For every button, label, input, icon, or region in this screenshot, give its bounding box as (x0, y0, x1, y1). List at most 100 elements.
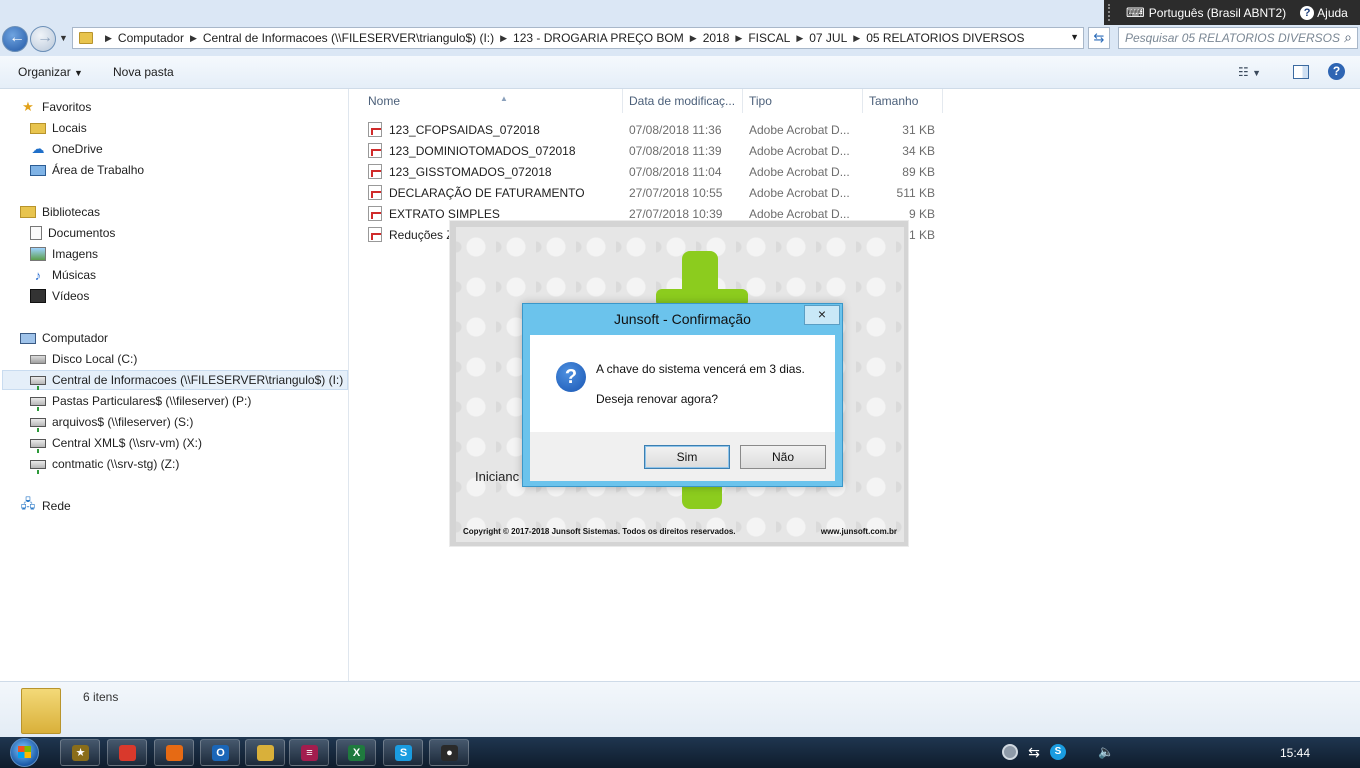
chevron-right-icon[interactable]: ▶ (690, 33, 697, 44)
nav-label: Documentos (48, 226, 116, 240)
network-icon: 🖧 (20, 496, 36, 511)
taskbar: ⇆ S 🔈 15:44 ★ O ≡ X S ● (0, 737, 1360, 768)
clock[interactable]: 15:44 (1280, 746, 1310, 760)
drag-handle[interactable] (1108, 4, 1118, 21)
close-button[interactable]: × (804, 305, 840, 325)
taskbar-app-button[interactable] (154, 739, 194, 766)
file-row[interactable]: 123_CFOPSAIDAS_072018 07/08/2018 11:36 A… (368, 119, 943, 140)
chevron-right-icon[interactable]: ▶ (105, 33, 112, 44)
chevron-right-icon[interactable]: ▶ (190, 33, 197, 44)
back-button[interactable]: ← (2, 26, 28, 52)
nav-item-onedrive[interactable]: ☁ OneDrive (30, 139, 103, 159)
breadcrumb-current[interactable]: 05 RELATORIOS DIVERSOS (866, 31, 1024, 45)
file-type: Adobe Acrobat D... (749, 144, 850, 158)
chevron-right-icon[interactable]: ▶ (796, 33, 803, 44)
network-drive-icon (30, 417, 46, 432)
tray-app-icon[interactable] (1002, 744, 1018, 760)
file-row[interactable]: 123_DOMINIOTOMADOS_072018 07/08/2018 11:… (368, 140, 943, 161)
preview-pane-button[interactable] (1293, 65, 1309, 79)
chevron-right-icon[interactable]: ▶ (853, 33, 860, 44)
nav-item-drive-c[interactable]: Disco Local (C:) (30, 349, 137, 369)
yes-button[interactable]: Sim (644, 445, 730, 469)
breadcrumb[interactable]: ▶ Computador ▶ Central de Informacoes (\… (72, 27, 1084, 49)
taskbar-app-button[interactable]: ● (429, 739, 469, 766)
file-row[interactable]: 123_GISSTOMADOS_072018 07/08/2018 11:04 … (368, 161, 943, 182)
file-row[interactable]: DECLARAÇÃO DE FATURAMENTO 27/07/2018 10:… (368, 182, 943, 203)
new-folder-button[interactable]: Nova pasta (113, 65, 174, 79)
search-input[interactable]: Pesquisar 05 RELATORIOS DIVERSOS ⌕ (1118, 27, 1358, 49)
chevron-down-icon: ▼ (1252, 68, 1262, 78)
nav-label: Bibliotecas (42, 205, 101, 219)
file-modified: 07/08/2018 11:39 (629, 144, 722, 158)
chevron-right-icon[interactable]: ▶ (735, 33, 742, 44)
taskbar-app-button[interactable]: O (200, 739, 240, 766)
item-count: 6 itens (83, 690, 119, 704)
network-drive-icon (30, 459, 46, 474)
column-label: Nome (368, 94, 401, 108)
command-bar: Organizar ▼ Nova pasta ☷ ▼ ? (0, 56, 1360, 89)
taskbar-app-button[interactable]: S (383, 739, 423, 766)
column-name[interactable]: Nome ▲ (362, 89, 623, 113)
nav-item-drive-x[interactable]: Central XML$ (\\srv-vm) (X:) (30, 433, 202, 453)
close-icon: × (817, 306, 827, 322)
no-button[interactable]: Não (740, 445, 826, 469)
nav-libraries[interactable]: Bibliotecas (20, 202, 100, 222)
start-button[interactable] (4, 737, 44, 768)
nav-item-locais[interactable]: Locais (30, 118, 87, 138)
taskbar-app-button[interactable] (107, 739, 147, 766)
chevron-right-icon[interactable]: ▶ (500, 33, 507, 44)
column-type[interactable]: Tipo (743, 89, 863, 113)
breadcrumb-fiscal[interactable]: FISCAL (748, 31, 790, 45)
breadcrumb-month[interactable]: 07 JUL (809, 31, 847, 45)
skype-tray-icon[interactable]: S (1050, 744, 1066, 760)
file-size: 34 KB (902, 144, 935, 158)
nav-label: Pastas Particulares$ (\\fileserver) (P:) (52, 394, 252, 408)
volume-icon[interactable]: 🔈 (1098, 744, 1114, 760)
nav-item-music[interactable]: ♪ Músicas (30, 265, 96, 285)
chevron-down-icon: ▼ (74, 68, 83, 78)
nav-item-desktop[interactable]: Área de Trabalho (30, 160, 144, 180)
nav-item-pictures[interactable]: Imagens (30, 244, 98, 264)
help-label[interactable]: Ajuda (1317, 6, 1348, 20)
organize-menu[interactable]: Organizar ▼ (18, 65, 83, 79)
address-dropdown-icon[interactable]: ▼ (1070, 32, 1079, 42)
taskbar-app-button[interactable]: ≡ (289, 739, 329, 766)
refresh-button[interactable]: ⇆ (1088, 27, 1110, 49)
column-modified[interactable]: Data de modificaç... (623, 89, 743, 113)
nav-item-drive-p[interactable]: Pastas Particulares$ (\\fileserver) (P:) (30, 391, 251, 411)
sort-up-icon: ▲ (500, 94, 508, 103)
breadcrumb-drive[interactable]: Central de Informacoes (\\FILESERVER\tri… (203, 31, 494, 45)
arrow-left-icon: ← (9, 29, 25, 46)
taskbar-app-button[interactable]: ★ (60, 739, 100, 766)
file-size: 31 KB (902, 123, 935, 137)
nav-item-drive-z[interactable]: contmatic (\\srv-stg) (Z:) (30, 454, 179, 474)
help-button[interactable]: ? (1328, 63, 1345, 80)
nav-item-videos[interactable]: Vídeos (30, 286, 89, 306)
help-icon[interactable]: ? (1300, 5, 1315, 20)
nav-item-drive-s[interactable]: arquivos$ (\\fileserver) (S:) (30, 412, 193, 432)
nav-favorites[interactable]: ★ Favoritos (20, 97, 91, 117)
file-size: 9 KB (908, 207, 935, 221)
file-size: 1 KB (908, 228, 935, 242)
sync-icon[interactable]: ⇆ (1026, 744, 1042, 760)
forward-button[interactable]: → (30, 26, 56, 52)
change-view-button[interactable]: ☷ ▼ (1238, 65, 1261, 79)
nav-network[interactable]: 🖧 Rede (20, 496, 71, 516)
taskbar-app-button[interactable]: X (336, 739, 376, 766)
column-size[interactable]: Tamanho (863, 89, 943, 113)
nav-label: Rede (42, 499, 71, 513)
search-placeholder: Pesquisar 05 RELATORIOS DIVERSOS (1125, 31, 1340, 45)
breadcrumb-client[interactable]: 123 - DROGARIA PREÇO BOM (513, 31, 684, 45)
breadcrumb-year[interactable]: 2018 (703, 31, 730, 45)
nav-computer[interactable]: Computador (20, 328, 108, 348)
nav-item-documents[interactable]: Documentos (30, 223, 115, 243)
taskbar-app-button[interactable] (245, 739, 285, 766)
breadcrumb-computador[interactable]: Computador (118, 31, 184, 45)
language-selector[interactable]: Português (Brasil ABNT2) (1149, 6, 1286, 20)
file-name: 123_DOMINIOTOMADOS_072018 (389, 144, 576, 158)
nav-label: Central XML$ (\\srv-vm) (X:) (52, 436, 203, 450)
file-modified: 27/07/2018 10:55 (629, 186, 723, 200)
file-name: Reduções Z (389, 228, 454, 242)
history-dropdown-icon[interactable]: ▼ (59, 33, 68, 43)
nav-item-drive-i[interactable]: Central de Informacoes (\\FILESERVER\tri… (2, 370, 348, 390)
